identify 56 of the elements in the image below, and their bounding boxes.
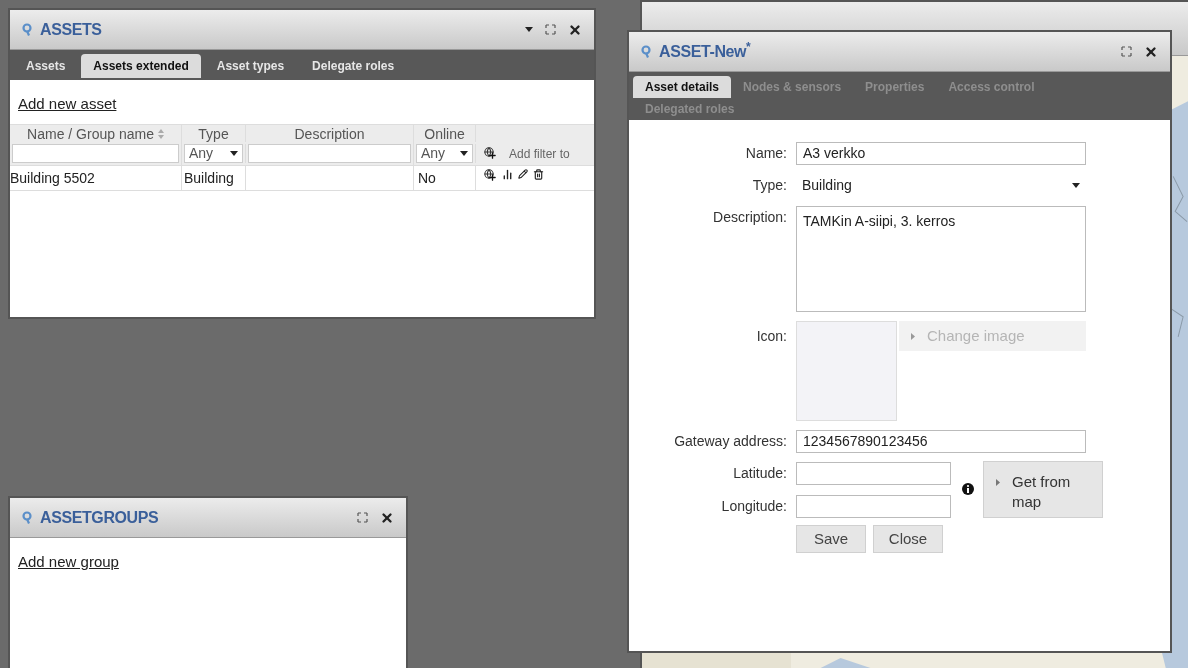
- maximize-icon[interactable]: [1121, 46, 1132, 57]
- maximize-icon[interactable]: [545, 24, 556, 35]
- delete-icon[interactable]: [533, 169, 544, 180]
- type-dropdown[interactable]: Building: [796, 174, 1086, 197]
- form-button[interactable]: Save: [796, 525, 866, 553]
- close-icon[interactable]: [1144, 44, 1158, 59]
- text-field[interactable]: 1234567890123456: [796, 430, 1086, 453]
- filter-field[interactable]: [248, 144, 411, 163]
- table-cell: Building: [182, 166, 246, 190]
- tab[interactable]: Assets extended: [81, 54, 201, 78]
- field-label: Name:: [744, 144, 787, 163]
- field-label: Latitude:: [732, 464, 787, 483]
- triangle-icon: [996, 479, 1000, 486]
- maximize-icon[interactable]: [357, 512, 368, 523]
- add-link[interactable]: Add new asset: [18, 95, 117, 112]
- table-cell: No: [414, 166, 476, 190]
- tab[interactable]: Assets: [14, 54, 78, 78]
- tab[interactable]: Asset types: [204, 54, 297, 78]
- field-label: Description:: [712, 208, 787, 227]
- caret-icon: [230, 151, 238, 156]
- window-title: ASSET-New$^{*}$: [659, 39, 751, 62]
- chart-icon[interactable]: [502, 169, 513, 180]
- tab[interactable]: Delegate roles: [300, 54, 407, 78]
- caret-icon: [460, 151, 468, 156]
- field-label: Longitude:: [720, 497, 787, 516]
- caret-icon: [1072, 183, 1080, 188]
- sort-icon: [157, 128, 164, 139]
- filter-dropdown[interactable]: Any: [416, 144, 473, 163]
- info-icon: [962, 483, 974, 495]
- table-cell: Building 5502: [10, 166, 182, 190]
- coordinate-field[interactable]: [796, 462, 951, 485]
- text-field[interactable]: A3 verkko: [796, 142, 1086, 165]
- tab[interactable]: Asset details: [633, 76, 732, 98]
- window-title: ASSETGROUPS: [40, 507, 159, 528]
- field-label: Gateway address:: [673, 432, 787, 451]
- caret-icon: [525, 27, 533, 32]
- globe-plus-icon[interactable]: [484, 147, 497, 160]
- get-from-map-button[interactable]: Get from map: [983, 461, 1103, 518]
- add-filter-label: Add filter to: [509, 145, 570, 163]
- close-icon[interactable]: [380, 510, 394, 525]
- search-icon: [22, 511, 32, 524]
- filter-field[interactable]: [12, 144, 179, 163]
- description-field[interactable]: TAMKin A-siipi, 3. kerros: [796, 206, 1086, 312]
- form-button[interactable]: Close: [873, 525, 943, 553]
- coordinate-field[interactable]: [796, 495, 951, 518]
- window-title: ASSETS: [40, 19, 102, 40]
- globe-plus-icon[interactable]: [484, 169, 497, 182]
- search-icon: [641, 45, 651, 58]
- edit-icon[interactable]: [518, 169, 528, 179]
- close-icon[interactable]: [568, 22, 582, 37]
- field-label: Icon:: [755, 327, 787, 346]
- field-label: Type:: [751, 176, 787, 195]
- add-link[interactable]: Add new group: [18, 553, 119, 570]
- triangle-icon: [911, 332, 915, 340]
- search-icon: [22, 23, 32, 36]
- filter-dropdown[interactable]: Any: [184, 144, 243, 163]
